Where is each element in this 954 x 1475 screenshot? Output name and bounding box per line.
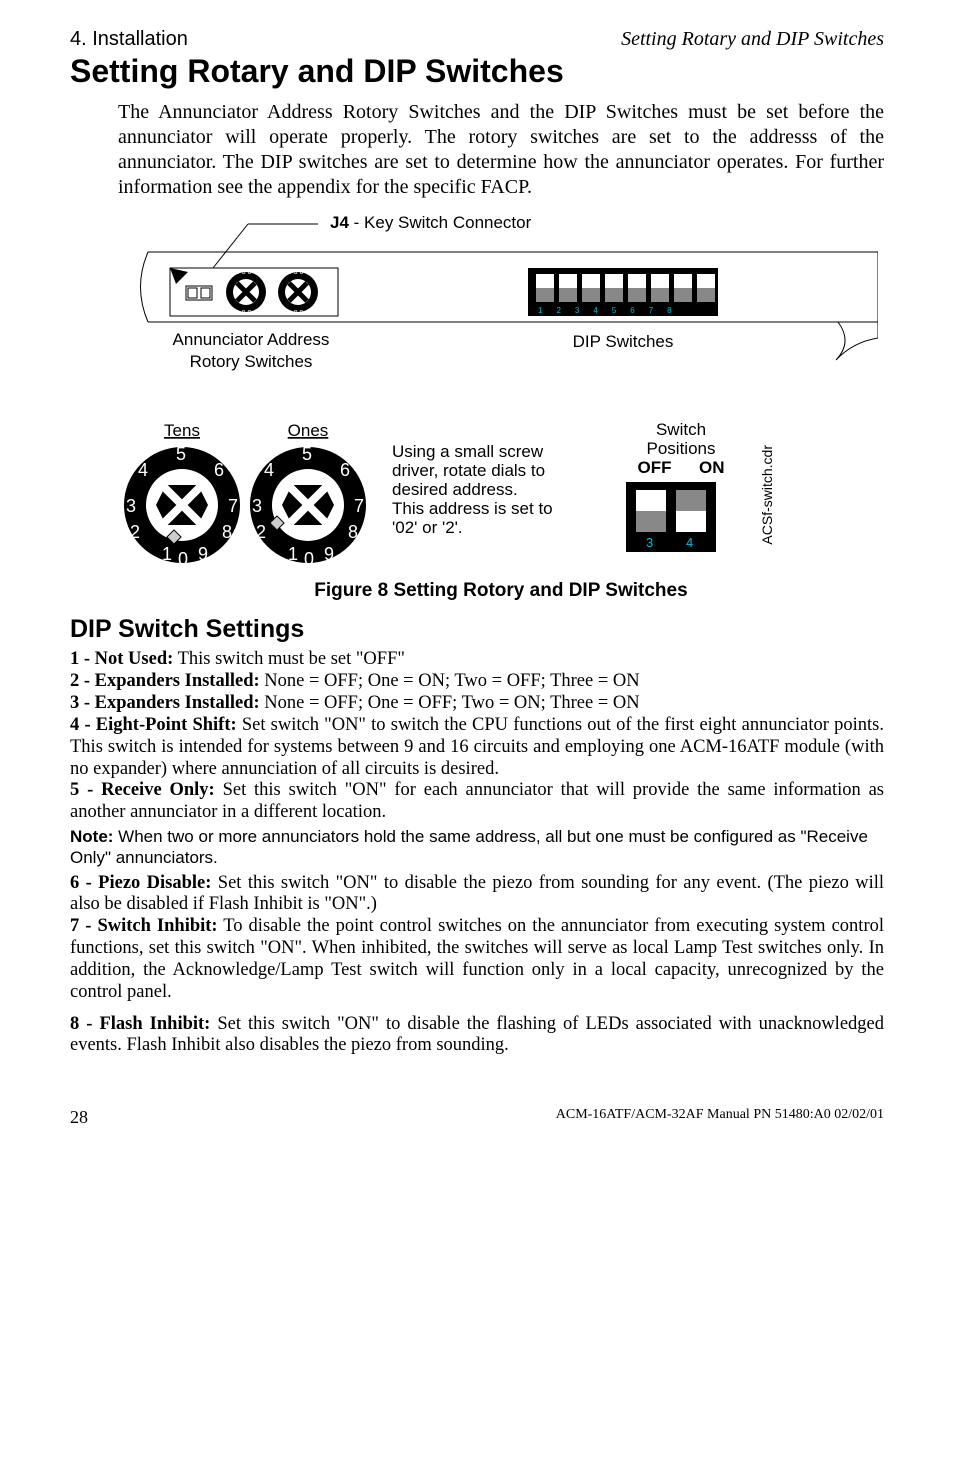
off-on-row: OFF ON <box>616 458 746 477</box>
svg-text:4: 4 <box>686 535 693 550</box>
header-topic: Setting Rotary and DIP Switches <box>621 28 884 50</box>
item-6: 6 - Piezo Disable: Set this switch "ON" … <box>70 873 884 917</box>
svg-text:5: 5 <box>302 444 312 464</box>
footer-right: ACM-16ATF/ACM-32AF Manual PN 51480:A0 02… <box>556 1107 884 1127</box>
svg-text:0: 0 <box>178 549 188 569</box>
item-1: 1 - Not Used: This switch must be set "O… <box>70 649 884 671</box>
item-3: 3 - Expanders Installed: None = OFF; One… <box>70 693 884 715</box>
connector-panel-diagram: J4 - Key Switch Connector <box>118 212 884 402</box>
instr-line: This address is set to <box>392 499 602 518</box>
svg-text:9: 9 <box>324 544 334 564</box>
figure-caption: Figure 8 Setting Rotory and DIP Switches <box>118 580 884 601</box>
leader-line <box>213 224 248 268</box>
dip-settings-heading: DIP Switch Settings <box>70 615 884 643</box>
svg-text:4: 4 <box>138 460 148 480</box>
svg-text:3: 3 <box>646 535 653 550</box>
svg-text:2: 2 <box>256 522 266 542</box>
svg-text:7: 7 <box>228 496 238 516</box>
ann-label-2: Rotory Switches <box>190 352 313 371</box>
page-title: Setting Rotary and DIP Switches <box>70 54 884 90</box>
svg-text:1: 1 <box>288 544 298 564</box>
ones-label: Ones <box>288 421 329 440</box>
large-dials-svg: Tens Ones 1 0 9 2 3 4 5 6 7 <box>118 420 378 570</box>
cdr-filename: ACSf-switch.cdr <box>760 445 776 545</box>
svg-text:2 1 0 9 8: 2 1 0 9 8 <box>230 310 257 317</box>
j4-label: J4 - Key Switch Connector <box>330 213 532 232</box>
instr-line: driver, rotate dials to <box>392 461 602 480</box>
dial-detail-row: Tens Ones 1 0 9 2 3 4 5 6 7 <box>118 420 884 570</box>
item-8: 8 - Flash Inhibit: Set this switch "ON" … <box>70 1014 884 1058</box>
figure-8: J4 - Key Switch Connector <box>118 212 884 601</box>
sw-line2: Positions <box>616 439 746 458</box>
svg-text:3 4 5 6 7: 3 4 5 6 7 <box>282 269 309 276</box>
svg-text:6: 6 <box>340 460 350 480</box>
tens-dial: 1 0 9 2 3 4 5 6 7 8 <box>124 444 240 569</box>
tens-label: Tens <box>164 421 200 440</box>
page-number: 28 <box>70 1107 88 1127</box>
off-label: OFF <box>638 458 672 477</box>
svg-text:5: 5 <box>176 444 186 464</box>
on-label: ON <box>699 458 725 477</box>
item-2: 2 - Expanders Installed: None = OFF; One… <box>70 671 884 693</box>
sw-line1: Switch <box>616 420 746 439</box>
item-4: 4 - Eight-Point Shift: Set switch "ON" t… <box>70 715 884 780</box>
switch-pos-svg: 3 4 <box>616 477 726 557</box>
item-5: 5 - Receive Only: Set this switch "ON" f… <box>70 780 884 824</box>
dip-switch-block: 12345678 <box>528 268 718 316</box>
board-curve <box>141 252 149 322</box>
instr-line: desired address. <box>392 480 602 499</box>
ann-label-1: Annunciator Address <box>173 330 330 349</box>
item-7: 7 - Switch Inhibit: To disable the point… <box>70 916 884 1003</box>
intro-paragraph: The Annunciator Address Rotory Switches … <box>118 100 884 200</box>
dip-label: DIP Switches <box>573 332 674 351</box>
ones-dial: 1 0 9 2 3 4 5 6 7 8 <box>250 444 366 569</box>
svg-text:0: 0 <box>304 549 314 569</box>
svg-text:3: 3 <box>252 496 262 516</box>
pin <box>188 288 197 298</box>
page-header: 4. Installation Setting Rotary and DIP S… <box>70 28 884 50</box>
instr-line: Using a small screw <box>392 442 602 461</box>
dial-instructions: Using a small screw driver, rotate dials… <box>392 420 602 537</box>
svg-text:2 1 0 9 8: 2 1 0 9 8 <box>282 310 309 317</box>
svg-text:12345678: 12345678 <box>538 306 686 315</box>
svg-text:1: 1 <box>162 544 172 564</box>
pin <box>201 288 210 298</box>
connector-svg: J4 - Key Switch Connector <box>118 212 878 402</box>
header-section: 4. Installation <box>70 28 188 50</box>
svg-text:3: 3 <box>126 496 136 516</box>
instr-line: '02' or '2'. <box>392 518 602 537</box>
svg-text:4: 4 <box>264 460 274 480</box>
svg-text:8: 8 <box>222 522 232 542</box>
svg-text:6: 6 <box>214 460 224 480</box>
note-line: Note: When two or more annunciators hold… <box>70 826 884 869</box>
svg-text:3 4 5 6 7: 3 4 5 6 7 <box>230 269 257 276</box>
svg-text:2: 2 <box>130 522 140 542</box>
switch-positions-block: Switch Positions OFF ON 3 4 <box>616 420 746 557</box>
page-footer: 28 ACM-16ATF/ACM-32AF Manual PN 51480:A0… <box>70 1107 884 1127</box>
svg-text:9: 9 <box>198 544 208 564</box>
svg-text:8: 8 <box>348 522 358 542</box>
svg-text:7: 7 <box>354 496 364 516</box>
board-notch <box>836 322 878 360</box>
